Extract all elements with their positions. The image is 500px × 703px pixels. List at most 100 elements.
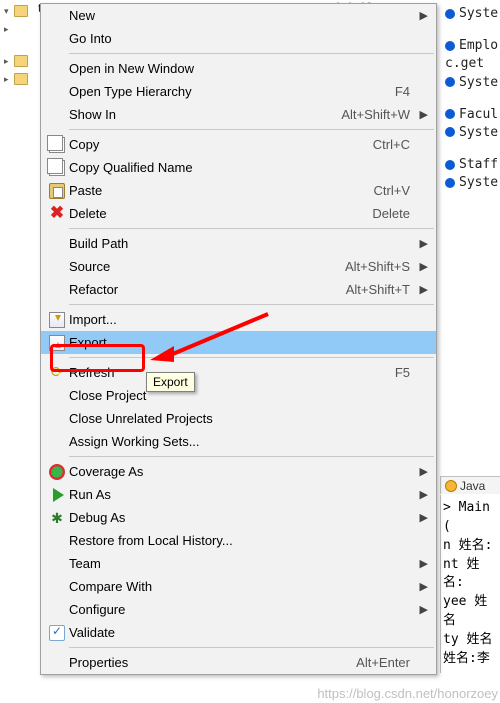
project-explorer-tree[interactable]: ▾ ▸ ▸ ▸ xyxy=(0,0,40,703)
menu-item-compare-with[interactable]: Compare With ▶ xyxy=(41,575,436,598)
menu-separator xyxy=(69,129,434,130)
menu-item-label: Refresh xyxy=(69,365,387,380)
menu-item-label: New xyxy=(69,8,410,23)
validate-icon xyxy=(49,625,65,641)
menu-item-validate[interactable]: Validate xyxy=(41,621,436,644)
menu-item-label: Compare With xyxy=(69,579,410,594)
submenu-arrow-icon: ▶ xyxy=(420,580,428,593)
submenu-arrow-icon: ▶ xyxy=(420,488,428,501)
menu-item-copy-qualified-name[interactable]: Copy Qualified Name xyxy=(41,156,436,179)
folder-icon xyxy=(14,55,28,67)
menu-item-coverage-as[interactable]: Coverage As ▶ xyxy=(41,460,436,483)
folder-icon xyxy=(14,73,28,85)
javadoc-icon xyxy=(445,480,457,492)
coverage-icon xyxy=(49,464,65,480)
menu-item-refactor[interactable]: Refactor Alt+Shift+T ▶ xyxy=(41,278,436,301)
menu-item-label: Import... xyxy=(69,312,410,327)
view-tab-javadoc[interactable]: Java xyxy=(440,476,500,494)
menu-accelerator: Alt+Enter xyxy=(356,655,410,670)
menu-item-label: Team xyxy=(69,556,410,571)
menu-item-assign-working-sets[interactable]: Assign Working Sets... xyxy=(41,430,436,453)
debug-icon: ✱ xyxy=(49,510,65,526)
tooltip-export: Export xyxy=(146,372,195,392)
menu-item-export[interactable]: Export... xyxy=(41,331,436,354)
menu-accelerator: F4 xyxy=(395,84,410,99)
menu-accelerator: Alt+Shift+S xyxy=(345,259,410,274)
copy-icon xyxy=(49,160,65,176)
menu-item-label: Restore from Local History... xyxy=(69,533,410,548)
delete-icon: ✖ xyxy=(49,206,65,222)
export-icon xyxy=(49,335,65,351)
menu-separator xyxy=(69,228,434,229)
menu-accelerator: Ctrl+V xyxy=(374,183,410,198)
menu-item-label: Copy Qualified Name xyxy=(69,160,410,175)
menu-separator xyxy=(69,304,434,305)
menu-item-delete[interactable]: ✖ Delete Delete xyxy=(41,202,436,225)
menu-item-label: Go Into xyxy=(69,31,410,46)
menu-item-label: Paste xyxy=(69,183,366,198)
menu-item-new[interactable]: New ▶ xyxy=(41,4,436,27)
menu-item-label: Configure xyxy=(69,602,410,617)
menu-accelerator: Delete xyxy=(372,206,410,221)
menu-accelerator: Ctrl+C xyxy=(373,137,410,152)
submenu-arrow-icon: ▶ xyxy=(420,603,428,616)
menu-item-label: Delete xyxy=(69,206,364,221)
folder-icon xyxy=(14,5,28,17)
menu-item-label: Build Path xyxy=(69,236,410,251)
menu-item-label: Close Unrelated Projects xyxy=(69,411,410,426)
submenu-arrow-icon: ▶ xyxy=(420,260,428,273)
menu-item-copy[interactable]: Copy Ctrl+C xyxy=(41,133,436,156)
menu-separator xyxy=(69,53,434,54)
menu-item-go-into[interactable]: Go Into xyxy=(41,27,436,50)
menu-item-show-in[interactable]: Show InAlt+Shift+W▶ xyxy=(41,103,436,126)
submenu-arrow-icon: ▶ xyxy=(420,283,428,296)
menu-item-properties[interactable]: Properties Alt+Enter xyxy=(41,651,436,674)
menu-item-label: Open in New Window xyxy=(69,61,410,76)
submenu-arrow-icon: ▶ xyxy=(420,237,428,250)
menu-item-open-new-window[interactable]: Open in New Window xyxy=(41,57,436,80)
submenu-arrow-icon: ▶ xyxy=(420,9,428,22)
menu-item-build-path[interactable]: Build Path ▶ xyxy=(41,232,436,255)
context-menu: New ▶ Go Into Open in New Window Open Type H… xyxy=(40,3,437,675)
menu-item-source[interactable]: Source Alt+Shift+S ▶ xyxy=(41,255,436,278)
menu-item-open-type-hierarchy[interactable]: Open Type Hierarchy F4 xyxy=(41,80,436,103)
menu-item-configure[interactable]: Configure ▶ xyxy=(41,598,436,621)
menu-item-refresh[interactable]: ⟳ Refresh F5 xyxy=(41,361,436,384)
submenu-arrow-icon: ▶ xyxy=(420,465,428,478)
console-output: > Main ( n 姓名: nt 姓名: yee 姓名 ty 姓名 姓名:李 xyxy=(440,495,500,673)
menu-item-label: Export... xyxy=(69,335,410,350)
menu-item-debug-as[interactable]: ✱ Debug As ▶ xyxy=(41,506,436,529)
menu-item-restore-local-history[interactable]: Restore from Local History... xyxy=(41,529,436,552)
menu-item-label: Copy xyxy=(69,137,365,152)
menu-accelerator: F5 xyxy=(395,365,410,380)
submenu-arrow-icon: ▶ xyxy=(420,511,428,524)
menu-item-label: Show In xyxy=(69,107,333,122)
menu-item-paste[interactable]: Paste Ctrl+V xyxy=(41,179,436,202)
menu-item-import[interactable]: Import... xyxy=(41,308,436,331)
run-icon xyxy=(53,488,64,502)
menu-item-label: Run As xyxy=(69,487,410,502)
refresh-icon: ⟳ xyxy=(49,365,65,381)
menu-item-label: Close Project xyxy=(69,388,410,403)
menu-item-label: Refactor xyxy=(69,282,338,297)
copy-icon xyxy=(49,137,65,153)
menu-item-label: Assign Working Sets... xyxy=(69,434,410,449)
menu-item-team[interactable]: Team ▶ xyxy=(41,552,436,575)
menu-item-label: Open Type Hierarchy xyxy=(69,84,387,99)
submenu-arrow-icon: ▶ xyxy=(420,557,428,570)
menu-item-label: Coverage As xyxy=(69,464,410,479)
menu-separator xyxy=(69,357,434,358)
paste-icon xyxy=(49,183,65,199)
import-icon xyxy=(49,312,65,328)
menu-accelerator: Alt+Shift+W xyxy=(341,107,410,122)
menu-item-close-project[interactable]: Close Project xyxy=(41,384,436,407)
menu-item-label: Properties xyxy=(69,655,348,670)
menu-item-run-as[interactable]: Run As ▶ xyxy=(41,483,436,506)
menu-accelerator: Alt+Shift+T xyxy=(346,282,410,297)
menu-item-label: Source xyxy=(69,259,337,274)
menu-item-close-unrelated[interactable]: Close Unrelated Projects xyxy=(41,407,436,430)
menu-item-label: Debug As xyxy=(69,510,410,525)
menu-separator xyxy=(69,456,434,457)
menu-item-label: Validate xyxy=(69,625,410,640)
menu-separator xyxy=(69,647,434,648)
